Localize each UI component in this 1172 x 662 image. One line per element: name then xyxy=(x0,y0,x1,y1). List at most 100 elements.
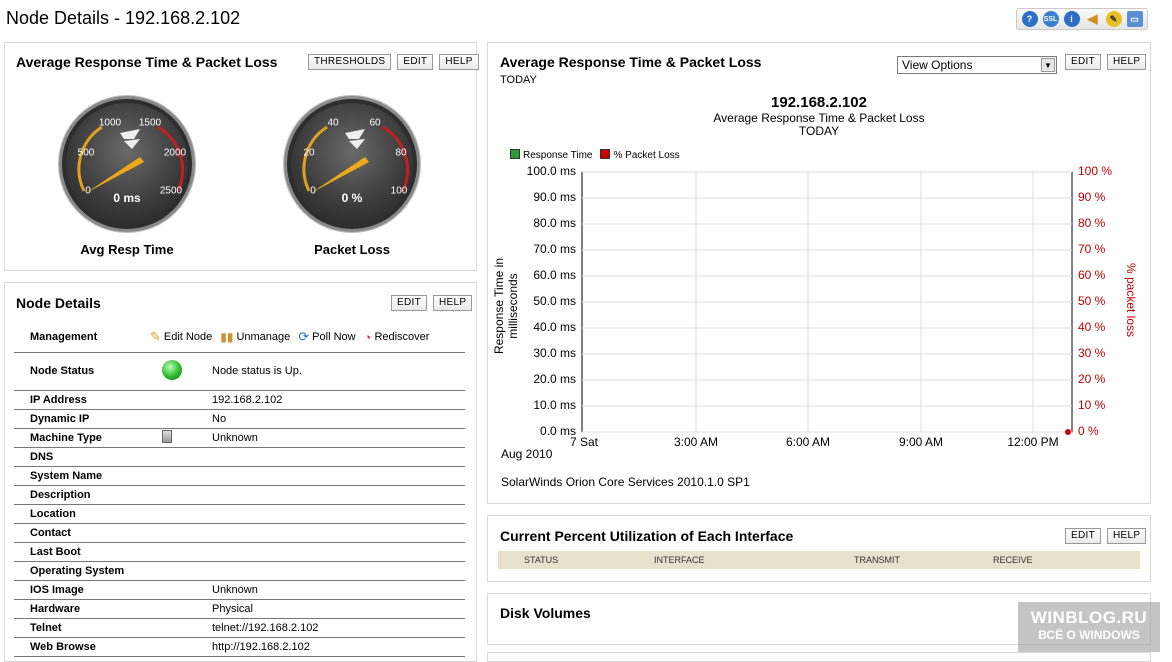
table-row: Telnet telnet://192.168.2.102 xyxy=(14,618,465,638)
x-tick-label: 7 Sat xyxy=(569,435,599,449)
rediscover-link[interactable]: ◔ Rediscover xyxy=(364,330,430,345)
help-button[interactable]: HELP xyxy=(432,295,473,311)
edit-button[interactable]: EDIT xyxy=(397,54,434,70)
top-toolbar: ? SSL i ◀ ✎ ▭ xyxy=(1016,8,1148,30)
x-tick-label: 12:00 PM xyxy=(1007,435,1059,449)
y-tick-label: 80.0 ms xyxy=(533,216,576,230)
gauge-tick: 500 xyxy=(77,147,95,159)
y2-axis-title: % packet loss xyxy=(1124,262,1138,338)
view-options-value: View Options xyxy=(902,58,973,72)
poll-now-label: Poll Now xyxy=(312,331,356,344)
table-row: Machine Type Unknown xyxy=(14,428,465,448)
help-button[interactable]: HELP xyxy=(1106,54,1147,70)
chart-title: 192.168.2.102 xyxy=(771,94,867,111)
poll-now-link[interactable]: ⟳ Poll Now xyxy=(298,329,355,345)
interfaces-panel-title: Current Percent Utilization of Each Inte… xyxy=(500,528,794,544)
view-options-dropdown[interactable]: View Options ▼ xyxy=(897,56,1057,74)
legend-item: % Packet Loss xyxy=(600,149,680,161)
gauge-tick: 1000 xyxy=(98,117,122,129)
row-key: Description xyxy=(14,485,150,505)
edit-button[interactable]: EDIT xyxy=(391,295,427,311)
row-key: Hardware xyxy=(14,599,150,619)
x-tick-label: 6:00 AM xyxy=(785,435,831,449)
unmanage-icon: ▮▮ xyxy=(220,330,234,345)
y-tick-label: 20.0 ms xyxy=(533,372,576,386)
row-value: No xyxy=(212,409,465,429)
help-icon[interactable]: ? xyxy=(1021,11,1038,27)
column-header[interactable]: STATUS xyxy=(524,555,558,565)
help-button[interactable]: HELP xyxy=(1106,528,1147,544)
row-value[interactable]: http://192.168.2.102 xyxy=(212,637,465,657)
column-header[interactable]: RECEIVE xyxy=(993,555,1033,565)
rediscover-icon: ◔ xyxy=(363,329,372,345)
y2-tick-label: 10 % xyxy=(1078,398,1106,412)
table-row: DNS xyxy=(14,447,465,467)
y2-tick-label: 30 % xyxy=(1078,346,1106,360)
management-label: Management xyxy=(14,323,150,353)
machine-icon xyxy=(162,429,172,443)
row-value: Physical xyxy=(212,599,465,619)
row-key: Dynamic IP xyxy=(14,409,150,429)
table-row: Web Browse http://192.168.2.102 xyxy=(14,637,465,657)
y-tick-label: 60.0 ms xyxy=(533,268,576,282)
y2-tick-label: 60 % xyxy=(1078,268,1106,282)
sound-icon[interactable]: ◀ xyxy=(1085,11,1101,27)
help-button[interactable]: HELP xyxy=(439,54,479,70)
y-tick-label: 40.0 ms xyxy=(533,320,576,334)
monitor-icon[interactable]: ▭ xyxy=(1126,11,1143,27)
unmanage-link[interactable]: ▮▮ Unmanage xyxy=(220,330,290,344)
column-header[interactable]: INTERFACE xyxy=(654,555,705,565)
row-value xyxy=(212,561,465,581)
edit-button[interactable]: EDIT xyxy=(1065,528,1101,544)
row-key: Web Browse xyxy=(14,637,150,657)
gauges-panel-buttons: THRESHOLDS EDIT HELP xyxy=(308,54,479,70)
legend-label: Response Time xyxy=(523,150,593,161)
next-panel-edge xyxy=(487,652,1151,662)
gauges-panel-title: Average Response Time & Packet Loss xyxy=(16,54,278,70)
ssl-icon[interactable]: SSL xyxy=(1042,11,1059,27)
table-row: IOS Image Unknown xyxy=(14,580,465,600)
row-value: 192.168.2.102 xyxy=(212,390,465,410)
y-tick-label: 50.0 ms xyxy=(533,294,576,308)
y2-tick-label: 50 % xyxy=(1078,294,1106,308)
gauge-value: 0 ms xyxy=(113,191,141,205)
row-value xyxy=(212,485,465,505)
chart-subtitle: Average Response Time & Packet Loss xyxy=(713,111,925,125)
watermark-line1: WINBLOG.RU xyxy=(1030,608,1148,627)
table-row: System Name xyxy=(14,466,465,486)
row-value[interactable]: telnet://192.168.2.102 xyxy=(212,618,465,638)
edit-node-link[interactable]: ✎ Edit Node xyxy=(150,329,212,345)
unmanage-label: Unmanage xyxy=(236,331,291,344)
table-row: Last Boot xyxy=(14,542,465,562)
info-icon[interactable]: i xyxy=(1063,11,1080,27)
gauge-tick: 20 xyxy=(303,147,315,159)
row-key: Contact xyxy=(14,523,150,543)
y-tick-label: 30.0 ms xyxy=(533,346,576,360)
y-tick-label: 100.0 ms xyxy=(526,164,576,178)
packet-loss-gauge: 0 20 40 60 80 100 0 % xyxy=(284,96,420,232)
thresholds-button[interactable]: THRESHOLDS xyxy=(308,54,392,70)
x-tick-label: 9:00 AM xyxy=(898,435,944,449)
node-status-label: Node Status xyxy=(14,352,150,391)
watermark: WINBLOG.RU ВСЁ О WINDOWS xyxy=(1018,602,1160,652)
table-row: Contact xyxy=(14,523,465,543)
edit-button[interactable]: EDIT xyxy=(1065,54,1101,70)
row-key: Operating System xyxy=(14,561,150,581)
edit-node-label: Edit Node xyxy=(163,331,213,344)
x-tick-label: 3:00 AM xyxy=(673,435,719,449)
gauge-label: Packet Loss xyxy=(314,242,390,257)
response-time-gauge: 0 500 1000 1500 2000 2500 0 ms xyxy=(59,96,195,232)
row-key: System Name xyxy=(14,466,150,486)
interfaces-panel xyxy=(487,515,1151,582)
disk-volumes-title: Disk Volumes xyxy=(500,605,591,621)
chevron-down-icon[interactable]: ▼ xyxy=(1041,58,1055,72)
tools-icon[interactable]: ✎ xyxy=(1105,11,1122,27)
interfaces-panel-buttons: EDIT HELP xyxy=(1065,528,1147,544)
column-header[interactable]: TRANSMIT xyxy=(854,555,900,565)
row-value: Unknown xyxy=(212,428,465,448)
chart-panel-subtitle: TODAY xyxy=(500,74,537,86)
row-value xyxy=(212,466,465,486)
row-value xyxy=(212,447,465,467)
table-row: Description xyxy=(14,485,465,505)
node-status-row: Node Status Node status is Up. xyxy=(14,352,465,391)
